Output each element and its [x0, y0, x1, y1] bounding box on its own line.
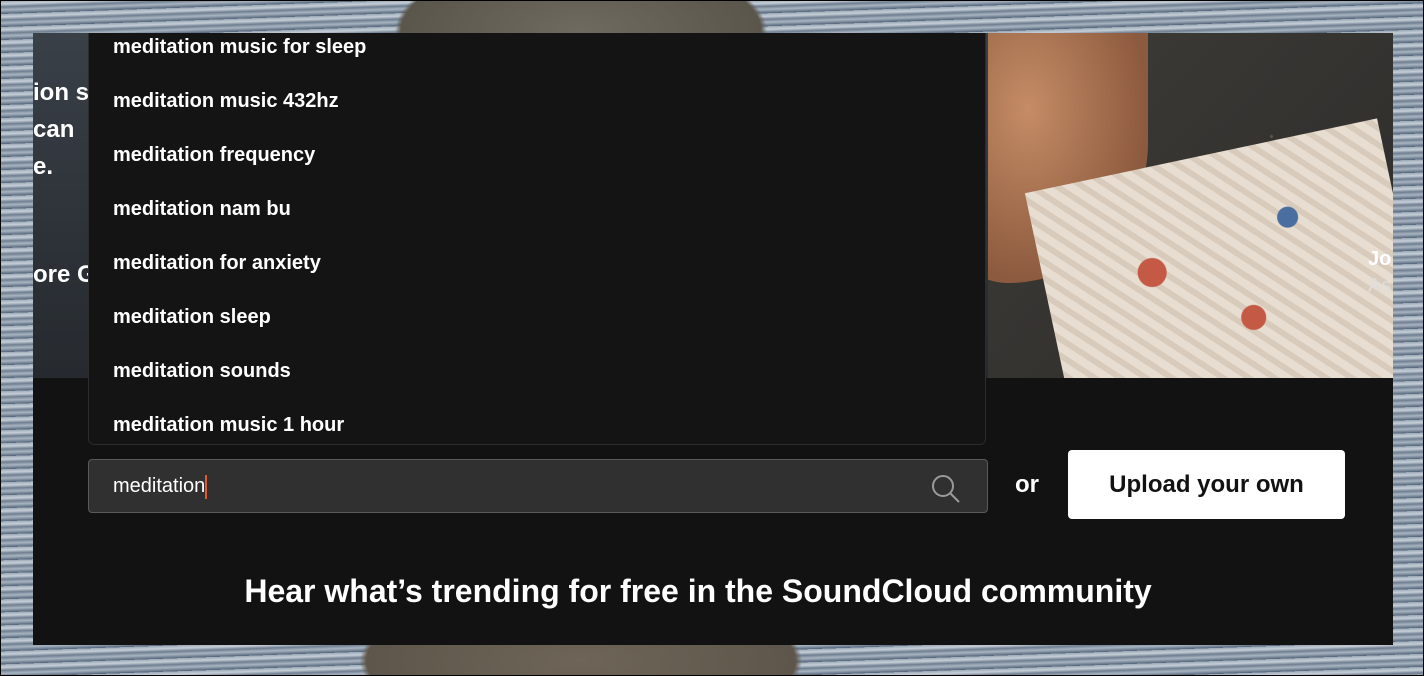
- text-caret: [205, 474, 208, 499]
- suggestion-item[interactable]: meditation for anxiety: [89, 248, 985, 302]
- suggestion-item[interactable]: meditation sleep: [89, 302, 985, 356]
- hero-text-line: ion s: [33, 79, 90, 106]
- suggestion-item[interactable]: meditation frequency: [89, 140, 985, 194]
- search-input[interactable]: meditation: [113, 474, 208, 499]
- suggestion-item[interactable]: meditation nam bu: [89, 194, 985, 248]
- suggestion-item[interactable]: meditation sounds: [89, 356, 985, 410]
- hero-slide-right: Jo As: [988, 33, 1393, 378]
- hero-panel: ion s can e. ore G Jo As meditation musi…: [33, 33, 1393, 645]
- hero-text-line: e.: [33, 153, 54, 180]
- upload-button[interactable]: Upload your own: [1068, 450, 1345, 519]
- search-suggestions-dropdown: meditation music for sleep meditation mu…: [88, 33, 986, 445]
- hero-caption-subtitle: As: [1368, 275, 1392, 297]
- suggestion-item[interactable]: meditation music 432hz: [89, 86, 985, 140]
- search-icon[interactable]: [929, 472, 963, 506]
- search-field[interactable]: meditation: [88, 459, 988, 513]
- page-background: ion s can e. ore G Jo As meditation musi…: [0, 0, 1424, 676]
- search-input-value: meditation: [113, 475, 206, 497]
- suggestion-item[interactable]: meditation music 1 hour: [89, 410, 985, 464]
- hero-link-text[interactable]: ore G: [33, 261, 96, 289]
- trending-heading: Hear what’s trending for free in the Sou…: [244, 573, 1152, 609]
- suggestion-item[interactable]: meditation music for sleep: [89, 33, 985, 86]
- or-label: or: [1015, 471, 1039, 498]
- hero-text-line: can: [33, 116, 75, 143]
- hero-caption-title: Jo: [1368, 248, 1392, 270]
